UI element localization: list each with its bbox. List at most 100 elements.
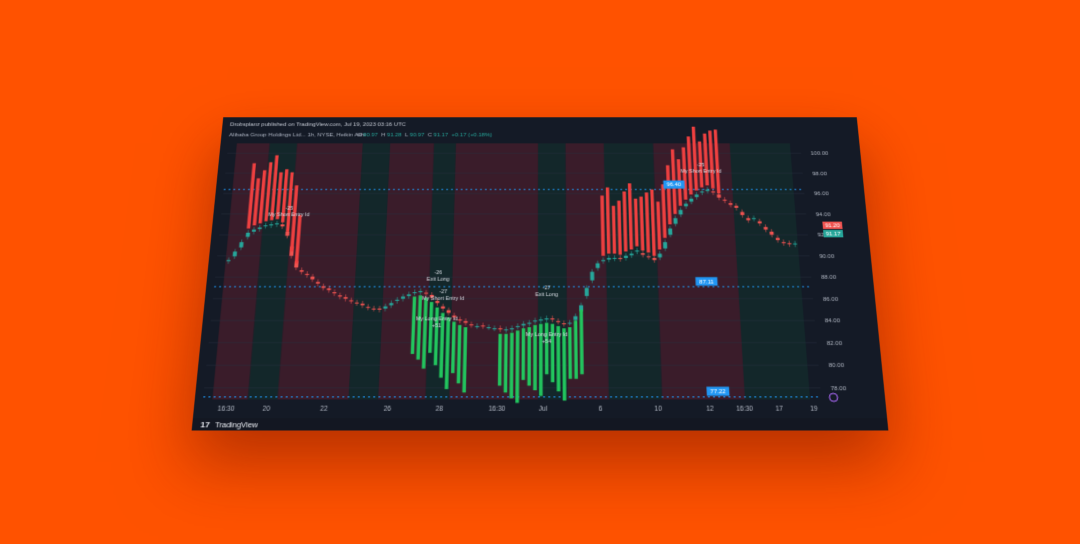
- x-tick-label: 22: [320, 405, 329, 413]
- y-tick-label: 80.00: [829, 363, 845, 369]
- candle-body: [663, 242, 668, 249]
- candle-body: [492, 328, 497, 330]
- change-value: +0.17 (+0.18%): [451, 133, 492, 138]
- candle-body: [274, 223, 279, 225]
- candle-body: [590, 271, 595, 281]
- candle-body: [751, 218, 756, 220]
- candle-body: [521, 323, 526, 326]
- candle-body: [652, 257, 657, 261]
- candle-body: [299, 270, 304, 272]
- candle-body: [740, 211, 745, 216]
- candle-body: [787, 243, 792, 245]
- annotation-label: -26: [434, 270, 442, 276]
- candle-body: [734, 205, 739, 208]
- candle-body: [343, 297, 348, 299]
- candle-body: [694, 194, 699, 198]
- candle-body: [657, 253, 662, 258]
- candle-body: [377, 308, 382, 310]
- candle-body: [388, 302, 393, 305]
- candle-body: [321, 286, 326, 288]
- open-value: 90.97: [363, 133, 378, 138]
- signal-bar-bull: [562, 328, 567, 401]
- candle-body: [533, 320, 538, 322]
- candle-body: [640, 253, 645, 255]
- candle-body: [475, 326, 480, 328]
- signal-bar-bull: [568, 327, 573, 379]
- candle-body: [678, 209, 683, 215]
- x-tick-label: Jul: [539, 405, 548, 413]
- signal-bar-bull: [544, 322, 549, 375]
- candle-body: [689, 198, 694, 202]
- candle-body: [527, 322, 532, 324]
- candle-body: [595, 263, 600, 269]
- candle-body: [623, 255, 628, 258]
- candle-body: [515, 326, 520, 328]
- y-tick-label: 88.00: [821, 275, 836, 281]
- candle-body: [480, 325, 485, 327]
- level-tag-top-label: 96.40: [667, 183, 682, 189]
- session-band: [603, 143, 663, 400]
- candle-body: [280, 224, 285, 227]
- candle-body: [757, 221, 762, 224]
- candle-body: [327, 289, 332, 291]
- x-tick-label: 20: [262, 405, 271, 413]
- x-tick-label: 16:30: [217, 405, 235, 413]
- candle-body: [769, 231, 774, 235]
- candle-body: [544, 318, 549, 320]
- signal-bar-bull: [515, 330, 520, 403]
- annotation-label: +54: [542, 339, 552, 345]
- candle-body: [285, 231, 290, 236]
- y-tick-label: 84.00: [825, 318, 841, 324]
- annotation-label: My Short Entry Id: [681, 169, 722, 175]
- tradingview-logo-icon: 17: [200, 420, 210, 430]
- y-tick-label: 94.00: [816, 212, 831, 218]
- x-tick-label: 12: [706, 405, 714, 413]
- y-tick-label: 86.00: [823, 297, 839, 303]
- annotation-label: My Short Entry Id: [268, 213, 310, 219]
- level-tag-mid-label: 87.11: [699, 279, 714, 285]
- candle-body: [606, 257, 611, 260]
- signal-bar-bull: [521, 328, 526, 380]
- candle-body: [413, 292, 418, 294]
- annotation-label: My Short Entry Id: [422, 296, 465, 302]
- candle-body: [635, 250, 640, 252]
- signal-bar-bull: [509, 332, 514, 399]
- candle-body: [728, 203, 733, 205]
- y-tick-label: 90.00: [819, 254, 834, 260]
- y-tick-label: 100.00: [811, 151, 829, 157]
- annotation-label: -25: [285, 206, 293, 212]
- candle-body: [673, 218, 678, 224]
- annotation-label: My Long Entry Id: [526, 332, 568, 338]
- x-tick-label: 6: [599, 405, 603, 413]
- footer-bar: [191, 418, 889, 431]
- candle-body: [716, 194, 721, 198]
- candle-body: [366, 306, 371, 308]
- candle-body: [332, 292, 338, 294]
- y-tick-label: 96.00: [814, 192, 829, 198]
- candle-body: [257, 227, 262, 230]
- annotation-label: +51: [432, 323, 442, 329]
- signal-bar-bull: [503, 333, 508, 393]
- candle-body: [263, 225, 268, 227]
- candle-body: [584, 287, 589, 297]
- x-tick-label: 19: [810, 405, 819, 413]
- candle-body: [763, 226, 768, 230]
- annotation-label: Exit Long: [427, 277, 450, 283]
- candle-body: [561, 323, 567, 325]
- candle-body: [383, 306, 388, 309]
- candle-body: [245, 232, 251, 237]
- published-line: Drobsplanz published on TradingView.com,…: [230, 122, 407, 127]
- candle-body: [310, 276, 315, 280]
- tradingview-chart[interactable]: -25My Short Entry Id-26Exit Long-27My Sh…: [191, 117, 889, 431]
- candle-body: [556, 321, 561, 323]
- open-label: O: [357, 133, 362, 138]
- candle-body: [668, 228, 673, 235]
- candle-body: [315, 281, 320, 284]
- tradingview-name: TradingView: [215, 421, 259, 430]
- high-value: 91.28: [387, 133, 403, 138]
- ohlc-legend: Alibaba Group Holdings Ltd... 1h, NYSE, …: [229, 133, 492, 138]
- candle-body: [550, 318, 555, 320]
- tradingview-branding[interactable]: 17 TradingView: [191, 418, 889, 431]
- candle-body: [354, 302, 359, 303]
- symbol-title[interactable]: Alibaba Group Holdings Ltd... 1h, NYSE, …: [229, 133, 366, 138]
